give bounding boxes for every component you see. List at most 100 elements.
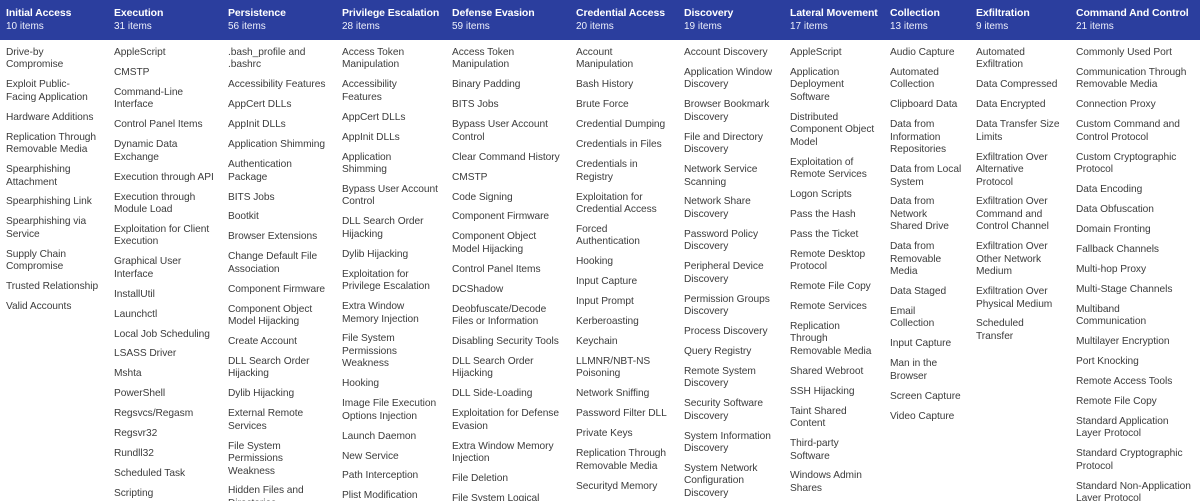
technique-cell[interactable]: Extra Window Memory Injection <box>342 301 438 326</box>
technique-cell[interactable]: AppInit DLLs <box>342 132 438 144</box>
tactic-header-privilege-escalation[interactable]: Privilege Escalation 28 items <box>336 0 446 40</box>
technique-cell[interactable]: AppCert DLLs <box>342 112 438 124</box>
technique-cell[interactable]: Third-party Software <box>790 438 876 463</box>
technique-cell[interactable]: Input Capture <box>576 276 670 288</box>
technique-cell[interactable]: Query Registry <box>684 346 776 358</box>
technique-cell[interactable]: Control Panel Items <box>452 264 562 276</box>
technique-cell[interactable]: Credentials in Files <box>576 139 670 151</box>
technique-cell[interactable]: Access Token Manipulation <box>452 47 562 72</box>
technique-cell[interactable]: Network Service Scanning <box>684 164 776 189</box>
technique-cell[interactable]: Change Default File Association <box>228 251 328 276</box>
technique-cell[interactable]: Trusted Relationship <box>6 281 100 293</box>
technique-cell[interactable]: Scheduled Transfer <box>976 318 1062 343</box>
technique-cell[interactable]: Data from Removable Media <box>890 241 962 278</box>
technique-cell[interactable]: Distributed Component Object Model <box>790 112 876 149</box>
technique-cell[interactable]: Mshta <box>114 368 214 380</box>
technique-cell[interactable]: Clipboard Data <box>890 99 962 111</box>
technique-cell[interactable]: Bash History <box>576 79 670 91</box>
technique-cell[interactable]: Hooking <box>576 256 670 268</box>
technique-cell[interactable]: Exfiltration Over Command and Control Ch… <box>976 196 1062 233</box>
technique-cell[interactable]: DLL Side-Loading <box>452 388 562 400</box>
technique-cell[interactable]: Dylib Hijacking <box>342 249 438 261</box>
technique-cell[interactable]: Accessibility Features <box>342 79 438 104</box>
technique-cell[interactable]: Bypass User Account Control <box>342 184 438 209</box>
technique-cell[interactable]: Replication Through Removable Media <box>790 321 876 358</box>
technique-cell[interactable]: Shared Webroot <box>790 366 876 378</box>
technique-cell[interactable]: Process Discovery <box>684 326 776 338</box>
technique-cell[interactable]: AppInit DLLs <box>228 119 328 131</box>
technique-cell[interactable]: Exfiltration Over Other Network Medium <box>976 241 1062 278</box>
technique-cell[interactable]: Scheduled Task <box>114 468 214 480</box>
technique-cell[interactable]: Exfiltration Over Physical Medium <box>976 286 1062 311</box>
technique-cell[interactable]: Account Discovery <box>684 47 776 59</box>
technique-cell[interactable]: Remote System Discovery <box>684 366 776 391</box>
technique-cell[interactable]: Permission Groups Discovery <box>684 294 776 319</box>
technique-cell[interactable]: Authentication Package <box>228 159 328 184</box>
technique-cell[interactable]: Securityd Memory <box>576 481 670 493</box>
technique-cell[interactable]: Taint Shared Content <box>790 406 876 431</box>
technique-cell[interactable]: File System Permissions Weakness <box>342 333 438 370</box>
technique-cell[interactable]: Rundll32 <box>114 448 214 460</box>
technique-cell[interactable]: Peripheral Device Discovery <box>684 261 776 286</box>
technique-cell[interactable]: BITS Jobs <box>452 99 562 111</box>
technique-cell[interactable]: Network Sniffing <box>576 388 670 400</box>
technique-cell[interactable]: Replication Through Removable Media <box>576 448 670 473</box>
technique-cell[interactable]: External Remote Services <box>228 408 328 433</box>
technique-cell[interactable]: Path Interception <box>342 470 438 482</box>
technique-cell[interactable]: Network Share Discovery <box>684 196 776 221</box>
technique-cell[interactable]: AppleScript <box>790 47 876 59</box>
technique-cell[interactable]: InstallUtil <box>114 289 214 301</box>
tactic-header-command-and-control[interactable]: Command And Control 21 items <box>1070 0 1200 40</box>
technique-cell[interactable]: Application Shimming <box>342 152 438 177</box>
technique-cell[interactable]: Access Token Manipulation <box>342 47 438 72</box>
technique-cell[interactable]: Data from Local System <box>890 164 962 189</box>
technique-cell[interactable]: Create Account <box>228 336 328 348</box>
technique-cell[interactable]: Exfiltration Over Alternative Protocol <box>976 152 1062 189</box>
technique-cell[interactable]: System Network Configuration Discovery <box>684 463 776 500</box>
technique-cell[interactable]: DCShadow <box>452 284 562 296</box>
tactic-header-collection[interactable]: Collection 13 items <box>884 0 970 40</box>
technique-cell[interactable]: Data Staged <box>890 286 962 298</box>
technique-cell[interactable]: AppCert DLLs <box>228 99 328 111</box>
technique-cell[interactable]: Exploitation for Privilege Escalation <box>342 269 438 294</box>
technique-cell[interactable]: Dynamic Data Exchange <box>114 139 214 164</box>
technique-cell[interactable]: Valid Accounts <box>6 301 100 313</box>
technique-cell[interactable]: Credential Dumping <box>576 119 670 131</box>
technique-cell[interactable]: System Information Discovery <box>684 431 776 456</box>
technique-cell[interactable]: Custom Command and Control Protocol <box>1076 119 1192 144</box>
technique-cell[interactable]: Standard Application Layer Protocol <box>1076 416 1192 441</box>
technique-cell[interactable]: Keychain <box>576 336 670 348</box>
technique-cell[interactable]: Regsvcs/Regasm <box>114 408 214 420</box>
technique-cell[interactable]: Data Encoding <box>1076 184 1192 196</box>
technique-cell[interactable]: Data Encrypted <box>976 99 1062 111</box>
technique-cell[interactable]: Automated Exfiltration <box>976 47 1062 72</box>
technique-cell[interactable]: Automated Collection <box>890 67 962 92</box>
technique-cell[interactable]: Audio Capture <box>890 47 962 59</box>
technique-cell[interactable]: Bootkit <box>228 211 328 223</box>
technique-cell[interactable]: Command-Line Interface <box>114 87 214 112</box>
technique-cell[interactable]: Replication Through Removable Media <box>6 132 100 157</box>
technique-cell[interactable]: Pass the Ticket <box>790 229 876 241</box>
technique-cell[interactable]: CMSTP <box>452 172 562 184</box>
technique-cell[interactable]: Kerberoasting <box>576 316 670 328</box>
technique-cell[interactable]: Multi-Stage Channels <box>1076 284 1192 296</box>
technique-cell[interactable]: SSH Hijacking <box>790 386 876 398</box>
technique-cell[interactable]: Domain Fronting <box>1076 224 1192 236</box>
technique-cell[interactable]: Launchctl <box>114 309 214 321</box>
technique-cell[interactable]: DLL Search Order Hijacking <box>228 356 328 381</box>
tactic-header-exfiltration[interactable]: Exfiltration 9 items <box>970 0 1070 40</box>
technique-cell[interactable]: .bash_profile and .bashrc <box>228 47 328 72</box>
technique-cell[interactable]: Image File Execution Options Injection <box>342 398 438 423</box>
technique-cell[interactable]: Forced Authentication <box>576 224 670 249</box>
technique-cell[interactable]: Password Policy Discovery <box>684 229 776 254</box>
technique-cell[interactable]: Man in the Browser <box>890 358 962 383</box>
technique-cell[interactable]: Password Filter DLL <box>576 408 670 420</box>
technique-cell[interactable]: Extra Window Memory Injection <box>452 441 562 466</box>
technique-cell[interactable]: Browser Extensions <box>228 231 328 243</box>
technique-cell[interactable]: Logon Scripts <box>790 189 876 201</box>
technique-cell[interactable]: Spearphishing via Service <box>6 216 100 241</box>
technique-cell[interactable]: Windows Admin Shares <box>790 470 876 495</box>
technique-cell[interactable]: Multiband Communication <box>1076 304 1192 329</box>
technique-cell[interactable]: Custom Cryptographic Protocol <box>1076 152 1192 177</box>
technique-cell[interactable]: Exploitation of Remote Services <box>790 157 876 182</box>
